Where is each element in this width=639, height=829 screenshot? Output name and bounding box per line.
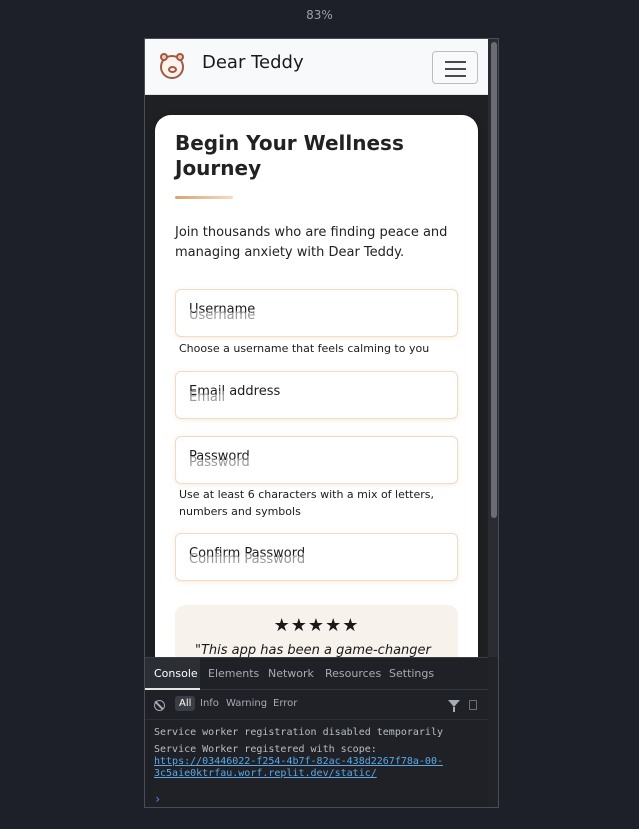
confirm-password-field[interactable]: Confirm Password	[175, 533, 458, 581]
filter-all[interactable]: All	[175, 696, 196, 711]
teddy-bear-icon[interactable]	[160, 53, 184, 79]
console-prompt-icon[interactable]: ›	[154, 792, 161, 806]
tab-console[interactable]: Console	[154, 667, 198, 680]
console-filter-bar: All Info Warning Error	[145, 690, 488, 720]
filter-warning[interactable]: Warning	[226, 698, 267, 709]
hamburger-menu-icon	[445, 61, 466, 63]
tab-settings[interactable]: Settings	[389, 667, 434, 680]
console-log-text: Service Worker registered with scope:	[154, 744, 377, 755]
password-field[interactable]: Password	[175, 436, 458, 484]
email-field[interactable]: Email address	[175, 371, 458, 419]
page-title: Begin Your Wellness Journey	[175, 131, 404, 180]
page-subtitle: Join thousands who are finding peace and…	[175, 225, 448, 260]
clear-console-icon[interactable]	[154, 700, 165, 711]
email-input[interactable]	[189, 390, 439, 405]
scrollbar-thumb[interactable]	[491, 42, 497, 518]
confirm-password-input[interactable]	[189, 552, 439, 567]
brand-name[interactable]: Dear Teddy	[202, 52, 304, 73]
app-viewport: Dear Teddy Begin Your Wellness Journey J…	[145, 39, 488, 657]
testimonial-quote: "This app has been a game-changer	[195, 643, 431, 657]
console-log-line: Service worker registration disabled tem…	[154, 727, 443, 738]
console-log-link[interactable]: https://03446022-f254-4b7f-82ac-438d2267…	[154, 756, 443, 768]
tab-resources[interactable]: Resources	[325, 667, 381, 680]
tab-elements[interactable]: Elements	[208, 667, 259, 680]
page-scrollbar[interactable]	[488, 39, 498, 657]
copy-icon[interactable]	[469, 700, 477, 710]
tab-network[interactable]: Network	[268, 667, 314, 680]
username-field[interactable]: Username	[175, 289, 458, 337]
title-accent-line	[175, 196, 233, 199]
username-input[interactable]	[189, 308, 439, 323]
hamburger-menu-button[interactable]	[432, 51, 478, 84]
password-hint: Use at least 6 characters with a mix of …	[179, 488, 435, 518]
signup-card: Begin Your Wellness Journey Join thousan…	[155, 115, 478, 657]
devtools-panel: Console Elements Network Resources Setti…	[145, 657, 488, 807]
filter-error[interactable]: Error	[273, 698, 297, 709]
console-log-link[interactable]: 3c5aie0ktrfau.worf.replit.dev/static/	[154, 768, 443, 780]
filter-funnel-icon[interactable]	[448, 700, 460, 712]
testimonial-box: ★★★★★ "This app has been a game-changer	[175, 605, 458, 657]
star-rating: ★★★★★	[273, 615, 360, 636]
filter-info[interactable]: Info	[200, 698, 219, 709]
zoom-level: 83%	[306, 8, 333, 22]
username-hint: Choose a username that feels calming to …	[179, 342, 430, 355]
password-input[interactable]	[189, 455, 439, 470]
console-log-line: Service Worker registered with scope: ht…	[154, 744, 443, 780]
devtools-tabs: Console Elements Network Resources Setti…	[145, 658, 488, 690]
device-frame: Dear Teddy Begin Your Wellness Journey J…	[144, 38, 499, 808]
navbar: Dear Teddy	[145, 39, 488, 95]
